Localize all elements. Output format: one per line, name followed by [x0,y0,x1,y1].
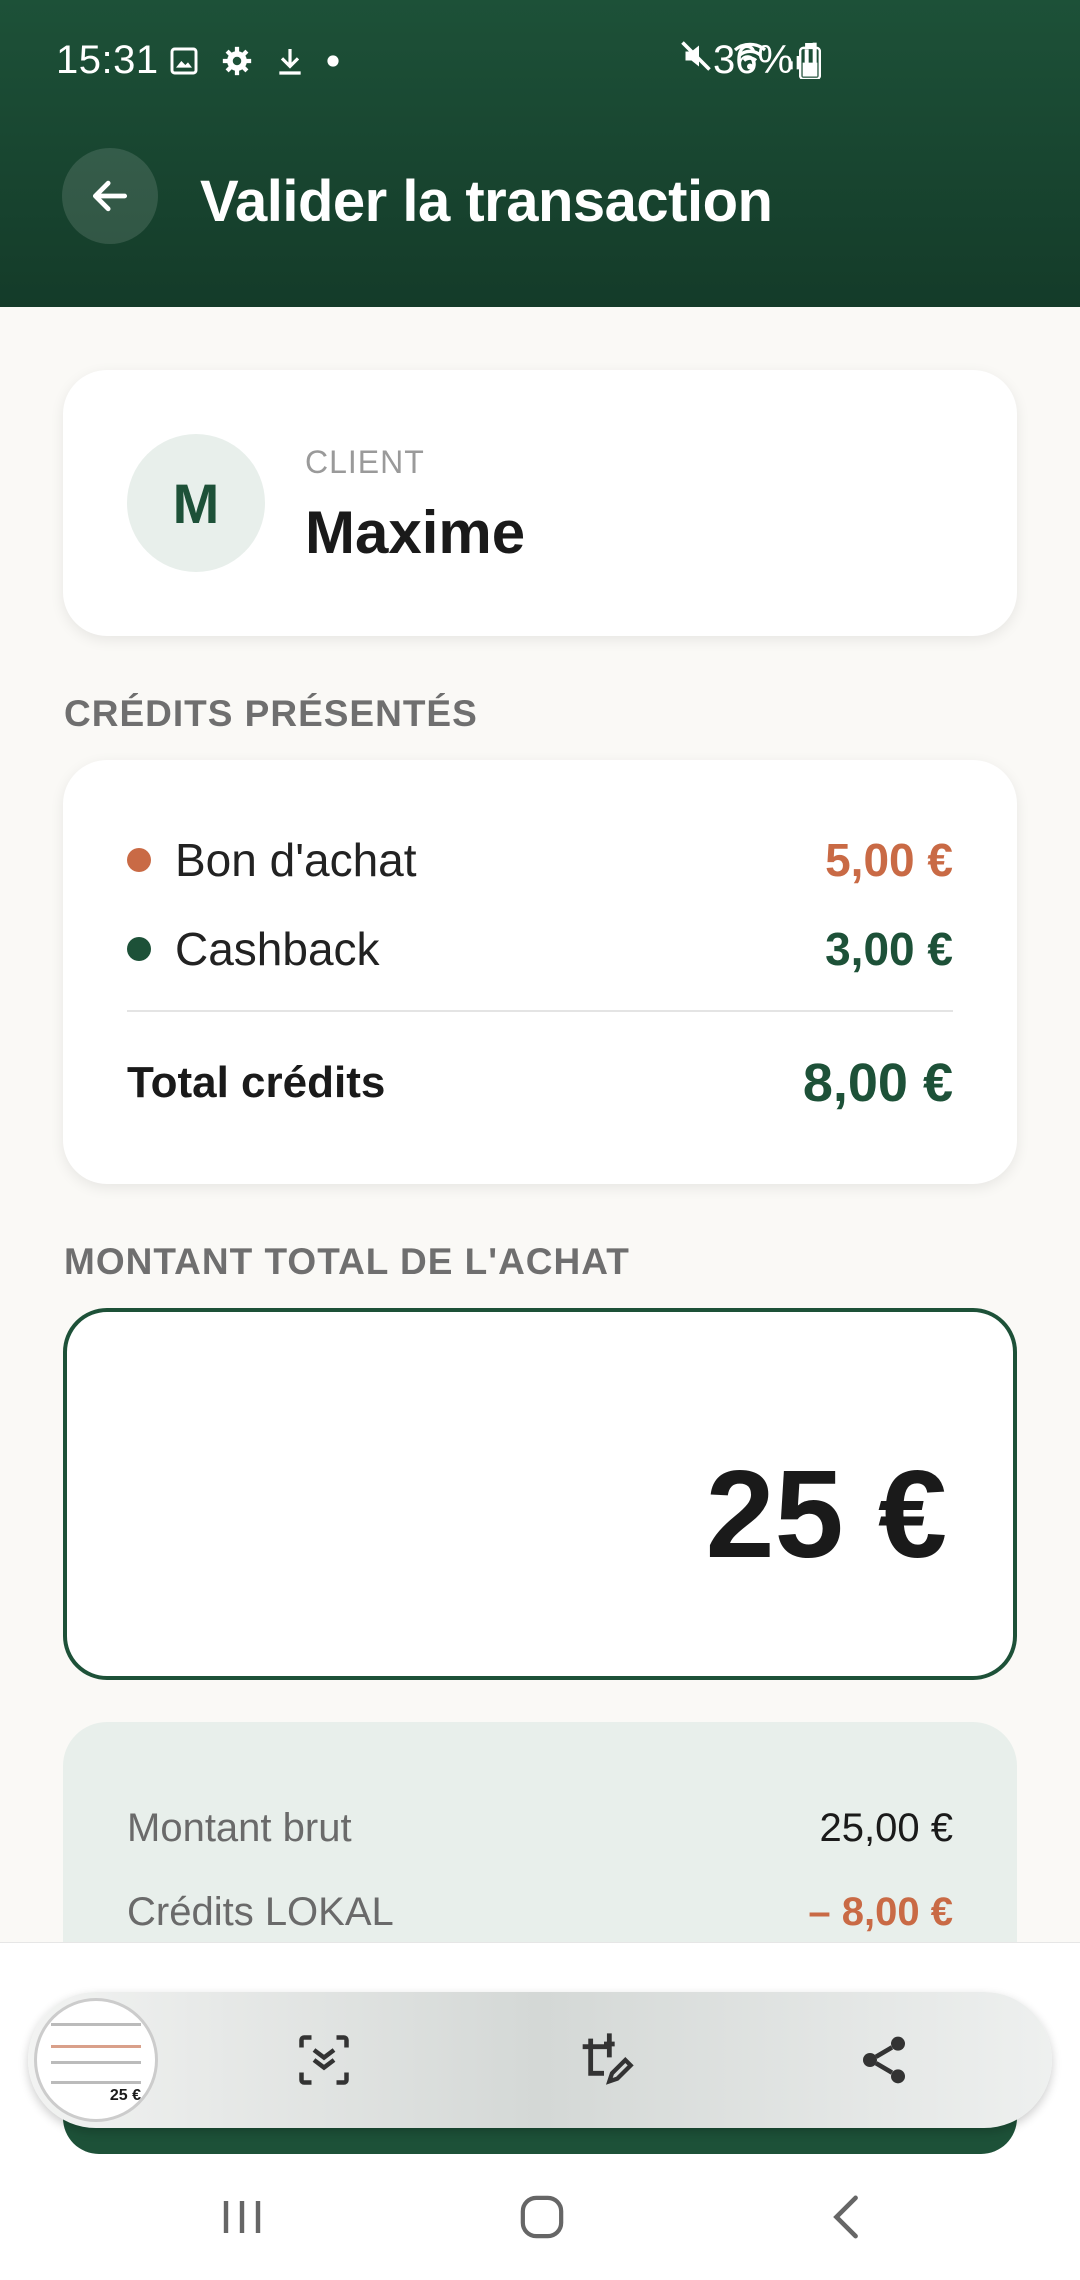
gross-amount-value: 25,00 € [819,1806,953,1850]
lokal-credits-row: Crédits LOKAL – 8,00 € [127,1890,953,1935]
gallery-icon [170,47,198,75]
total-credits-value: 8,00 € [802,1053,953,1113]
purchase-section-label: MONTANT TOTAL DE L'ACHAT [64,1241,630,1282]
page-title: Valider la transaction [200,169,773,234]
client-card: M CLIENT Maxime [63,370,1017,636]
back-button[interactable] [62,148,158,244]
summary-panel: Montant brut 25,00 € Crédits LOKAL – 8,0… [63,1722,1017,1952]
client-name: Maxime [305,499,526,566]
credits-card: Bon d'achat 5,00 € Cashback 3,00 € Total… [63,760,1017,1184]
dot-icon [327,55,339,67]
battery-icon [799,42,822,79]
gross-amount-row: Montant brut 25,00 € [127,1806,953,1851]
arrow-left-icon [92,180,128,212]
battery-status: 36% [713,38,822,83]
cashback-dot-icon [127,937,151,961]
divider [127,1010,953,1012]
recents-button[interactable] [202,2182,282,2252]
status-bar: 15:31 36% [0,0,1080,130]
screenshot-thumbnail[interactable]: 25 € [34,1998,158,2122]
lokal-credits-value: – 8,00 € [808,1890,953,1934]
crop-edit-button[interactable] [568,2024,640,2096]
credit-value: 5,00 € [825,834,953,886]
credit-row-voucher: Bon d'achat 5,00 € [127,830,953,890]
settings-icon [222,46,252,76]
gross-amount-label: Montant brut [127,1806,352,1850]
home-button[interactable] [502,2182,582,2252]
share-button[interactable] [848,2024,920,2096]
screenshot-toolbar: 25 € [28,1992,1052,2128]
system-nav-bar [0,2154,1080,2280]
app-header: 15:31 36% Valider la transaction [0,0,1080,307]
total-credits-label: Total crédits [127,1058,386,1107]
status-notification-icons [168,44,340,78]
scroll-capture-icon [299,2035,349,2085]
battery-percent: 36% [713,38,794,82]
credit-name: Cashback [175,923,380,975]
avatar: M [127,434,265,572]
download-icon [279,49,301,75]
mute-icon [681,41,711,71]
credit-value: 3,00 € [825,923,953,975]
crop-edit-icon [582,2033,634,2085]
credit-name: Bon d'achat [175,834,417,886]
scroll-capture-button[interactable] [288,2024,360,2096]
credit-row-cashback: Cashback 3,00 € [127,919,953,979]
lokal-credits-label: Crédits LOKAL [127,1890,394,1934]
back-icon [833,2195,858,2239]
purchase-amount-value: 25 € [705,1446,947,1584]
share-icon [863,2036,905,2084]
thumbnail-amount: 25 € [109,2087,141,2104]
credits-section-label: CRÉDITS PRÉSENTÉS [64,693,478,734]
total-credits-row: Total crédits 8,00 € [127,1052,953,1114]
nav-back-button[interactable] [806,2182,886,2252]
home-icon [520,2195,564,2239]
purchase-amount-input[interactable]: 25 € [63,1308,1017,1680]
status-time: 15:31 [56,38,159,82]
recents-icon [223,2201,261,2233]
voucher-dot-icon [127,848,151,872]
client-label: CLIENT [305,444,425,480]
